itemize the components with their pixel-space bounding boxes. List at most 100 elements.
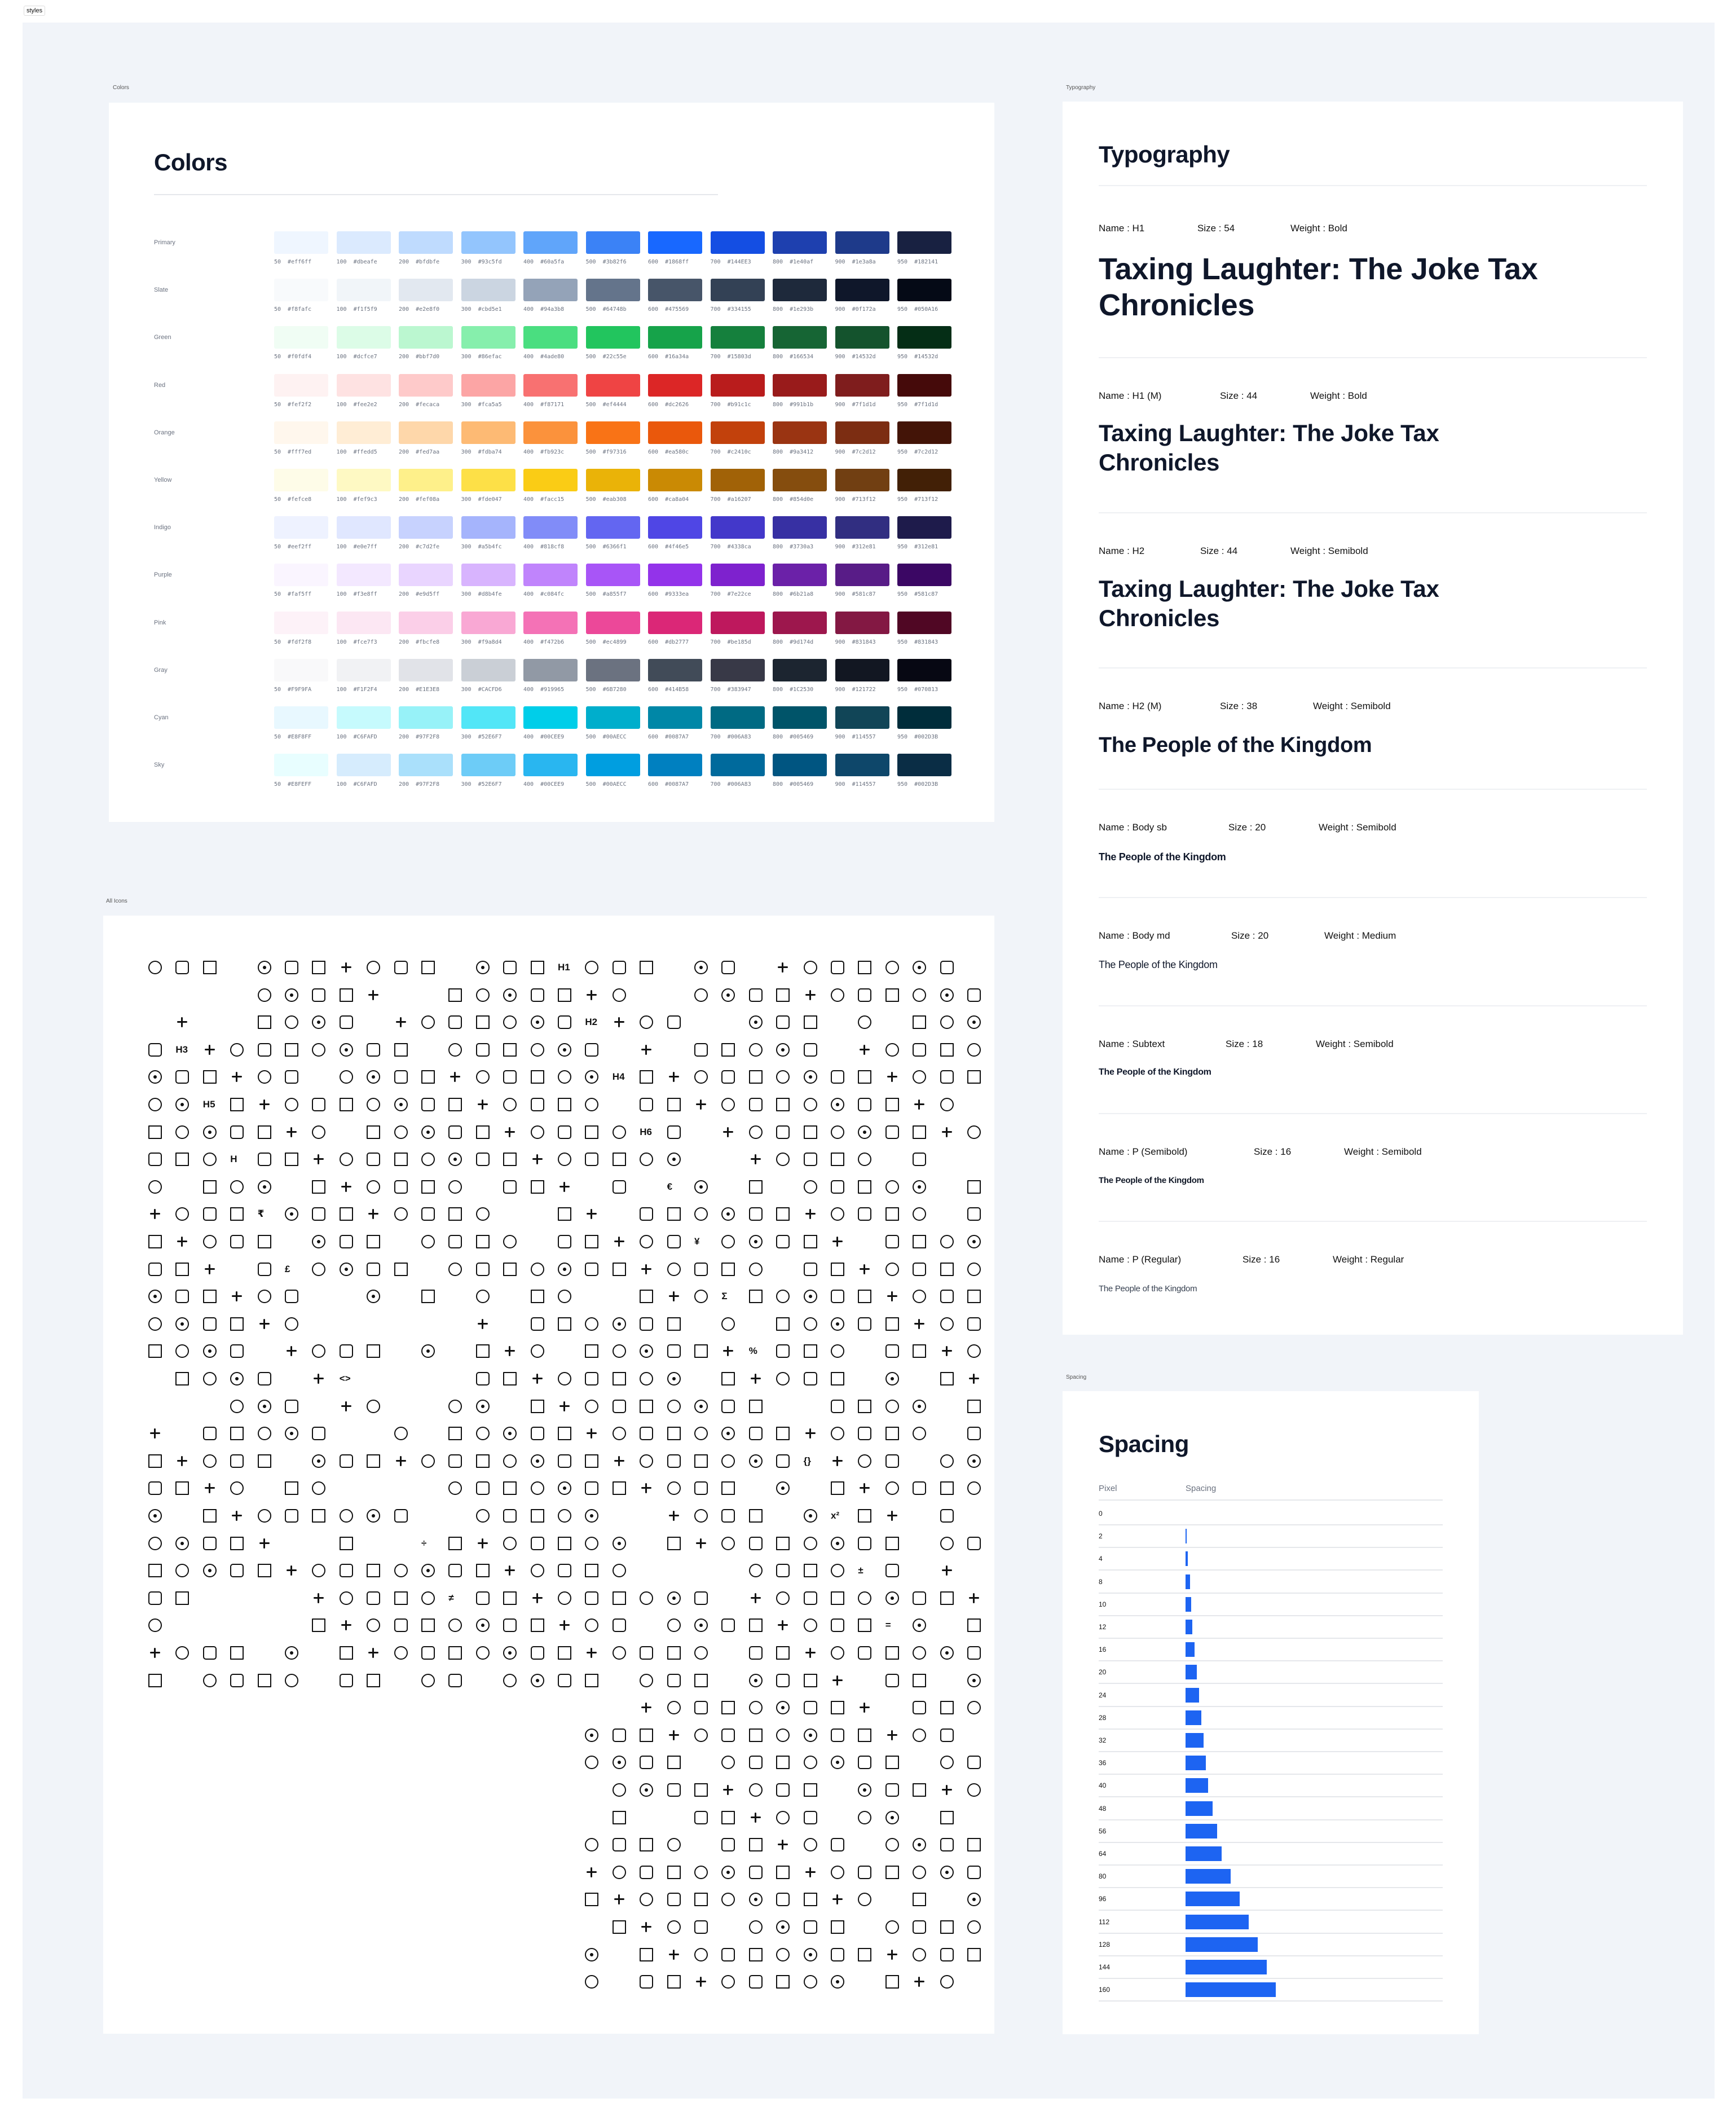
library-icon[interactable] [503,1043,517,1057]
color-chip[interactable] [648,469,702,491]
library-icon[interactable] [394,1153,408,1167]
library-icon[interactable] [748,1701,763,1715]
library-icon[interactable] [776,1673,790,1687]
color-chip[interactable] [585,279,640,302]
library-icon[interactable] [667,1344,681,1358]
library-icon[interactable] [776,1893,790,1907]
library-icon[interactable] [530,1481,544,1496]
library-icon[interactable] [776,1810,790,1824]
color-swatch[interactable]: 950 #713f12 [897,469,951,508]
library-icon[interactable] [831,1207,844,1221]
library-icon[interactable] [667,1153,681,1167]
library-icon[interactable] [694,961,708,974]
library-icon[interactable] [940,1290,954,1304]
library-icon[interactable] [475,1399,490,1413]
glyph-icon[interactable]: {} [804,1455,811,1467]
library-icon[interactable] [148,1262,162,1276]
library-icon[interactable] [885,1317,899,1331]
library-icon[interactable] [803,1290,817,1304]
color-chip[interactable] [835,279,889,302]
library-icon[interactable] [312,1564,326,1578]
library-icon[interactable] [421,961,435,974]
library-icon[interactable] [367,1646,380,1660]
library-icon[interactable] [148,961,162,974]
library-icon[interactable] [503,1673,517,1687]
library-icon[interactable] [694,1070,708,1084]
library-icon[interactable] [285,1564,298,1577]
color-chip[interactable] [523,658,578,681]
library-icon[interactable] [776,1701,790,1715]
library-icon[interactable] [367,1344,381,1358]
library-icon[interactable] [748,1536,763,1550]
color-chip[interactable] [399,373,453,397]
library-icon[interactable] [612,1920,626,1934]
library-icon[interactable] [858,1043,871,1057]
color-chip[interactable] [835,421,889,444]
library-icon[interactable] [831,1865,844,1879]
color-swatch[interactable]: 300 #52E6F7 [461,706,515,746]
library-icon[interactable] [312,1207,326,1221]
library-icon[interactable] [448,1235,462,1248]
color-chip[interactable] [274,469,328,491]
color-swatch[interactable]: 50 #eef2ff [274,516,328,556]
library-icon[interactable] [175,1125,190,1139]
color-chip[interactable] [336,754,391,777]
library-icon[interactable] [585,1262,599,1276]
library-icon[interactable] [667,1399,681,1413]
library-icon[interactable] [475,1344,490,1358]
library-icon[interactable] [612,1783,626,1797]
library-icon[interactable] [640,1756,654,1770]
library-icon[interactable] [585,1481,599,1496]
library-icon[interactable] [339,1344,353,1358]
color-chip[interactable] [399,564,453,587]
color-chip[interactable] [710,469,765,491]
library-icon[interactable] [967,1893,981,1907]
library-icon[interactable] [967,1207,981,1221]
library-icon[interactable] [913,1673,927,1687]
color-chip[interactable] [897,373,951,397]
library-icon[interactable] [913,1427,927,1441]
library-icon[interactable] [340,1400,353,1413]
library-icon[interactable] [257,1070,271,1084]
color-swatch[interactable]: 400 #facc15 [523,469,578,508]
color-swatch[interactable]: 700 #15803d [710,326,765,366]
color-chip[interactable] [773,706,827,729]
library-icon[interactable] [585,988,598,1002]
library-icon[interactable] [175,1098,190,1111]
library-icon[interactable] [748,1673,763,1687]
library-icon[interactable] [202,1344,217,1358]
library-icon[interactable] [503,1344,517,1358]
library-icon[interactable] [285,1481,298,1496]
color-chip[interactable] [773,231,827,254]
library-icon[interactable] [394,1646,408,1660]
library-icon[interactable] [667,1865,681,1879]
color-swatch[interactable]: 200 #fed7aa [399,421,453,461]
library-icon[interactable] [694,1262,708,1276]
library-icon[interactable] [967,1701,981,1715]
library-icon[interactable] [558,1400,571,1413]
library-icon[interactable] [721,1372,735,1386]
library-icon[interactable] [230,1290,244,1303]
library-icon[interactable] [640,1399,654,1413]
library-icon[interactable] [721,1070,735,1084]
library-icon[interactable] [803,1591,817,1605]
library-icon[interactable] [558,1235,571,1248]
library-icon[interactable] [640,1070,654,1084]
library-icon[interactable] [831,1399,844,1413]
library-icon[interactable] [940,1235,954,1248]
library-icon[interactable] [748,1207,763,1221]
library-icon[interactable] [503,1125,517,1139]
color-chip[interactable] [399,754,453,777]
library-icon[interactable] [748,1564,763,1578]
color-swatch[interactable]: 700 #006A83 [710,754,765,793]
library-icon[interactable] [967,1125,981,1139]
library-icon[interactable] [367,988,380,1002]
color-swatch[interactable]: 700 #c2410c [710,421,765,461]
color-swatch[interactable]: 800 #9d174d [773,611,827,651]
library-icon[interactable] [748,1043,763,1057]
color-chip[interactable] [648,279,702,302]
library-icon[interactable] [312,988,326,1002]
library-icon[interactable] [940,1646,954,1660]
library-icon[interactable] [530,1043,544,1057]
color-chip[interactable] [773,469,827,491]
